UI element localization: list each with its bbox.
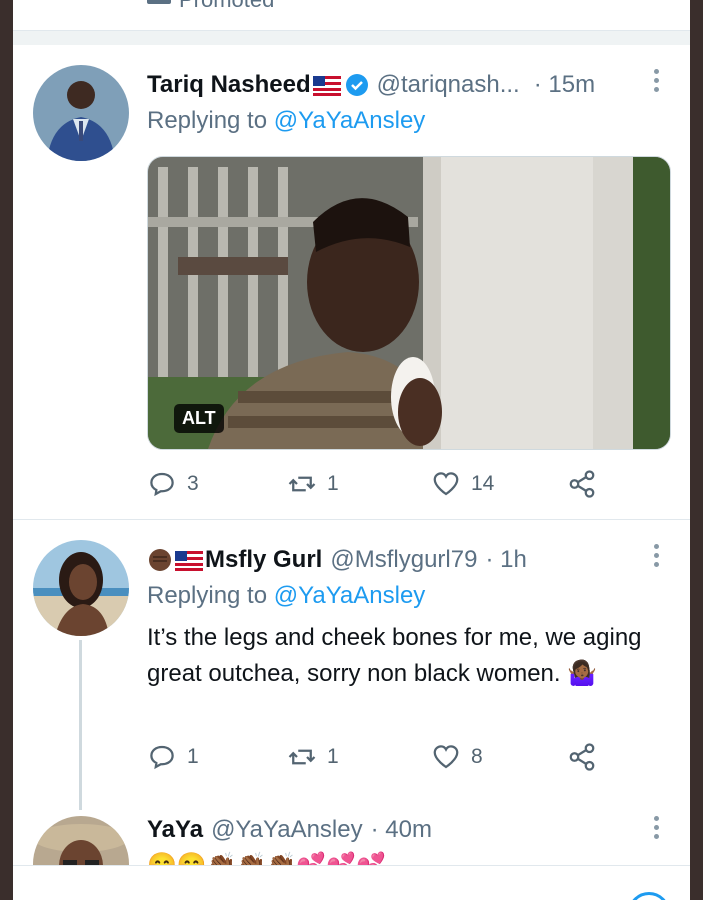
promoted-icon	[147, 0, 171, 4]
promoted-strip: Promoted	[13, 0, 690, 30]
share-icon	[569, 470, 595, 498]
share-button[interactable]	[567, 742, 607, 772]
compose-icon[interactable]	[628, 892, 670, 900]
reply-button[interactable]: 1	[147, 742, 199, 772]
verified-badge-icon	[345, 73, 369, 97]
tweet-header: Tariq Nasheed @tariqnash... · 15m	[147, 71, 595, 99]
more-icon[interactable]	[652, 69, 660, 95]
replying-to: Replying to @YaYaAnsley	[147, 107, 425, 135]
reply-button[interactable]: 3	[147, 469, 199, 499]
section-gap	[13, 30, 690, 46]
more-icon[interactable]	[652, 544, 660, 570]
tweet-actions: 3 1 14	[147, 469, 607, 501]
reply-count: 3	[187, 472, 199, 495]
replying-to: Replying to @YaYaAnsley	[147, 582, 425, 610]
avatar[interactable]	[33, 540, 129, 636]
display-name[interactable]: Tariq Nasheed	[147, 71, 311, 99]
alt-badge[interactable]: ALT	[174, 404, 224, 433]
handle[interactable]: @tariqnash...	[377, 71, 520, 99]
retweet-count: 1	[327, 472, 339, 495]
retweet-button[interactable]: 1	[287, 469, 339, 499]
us-flag-icon	[312, 75, 341, 96]
retweet-button[interactable]: 1	[287, 742, 339, 772]
retweet-icon	[288, 749, 316, 765]
timestamp[interactable]: · 15m	[534, 71, 595, 99]
handle[interactable]: @Msflygurl79	[330, 546, 477, 574]
timestamp[interactable]: · 1h	[485, 546, 526, 574]
like-icon	[433, 745, 459, 769]
tweet-yaya[interactable]: YaYa @YaYaAnsley · 40m 😊😊👏🏾👏🏾👏🏾💕💕💕	[13, 810, 690, 865]
handle[interactable]: @YaYaAnsley	[211, 816, 363, 844]
tweet-text-partial: 😊😊👏🏾👏🏾👏🏾💕💕💕	[147, 848, 647, 865]
like-count: 8	[471, 745, 483, 768]
tweet-actions: 1 1 8	[147, 742, 607, 774]
avatar[interactable]	[33, 816, 129, 865]
tweet-header: YaYa @YaYaAnsley · 40m	[147, 816, 432, 844]
tweet-text: It’s the legs and cheek bones for me, we…	[147, 624, 642, 687]
reply-icon	[150, 745, 174, 770]
replying-to-link[interactable]: @YaYaAnsley	[274, 582, 426, 609]
reply-count: 1	[187, 745, 199, 768]
tweet-header: Msfly Gurl @Msflygurl79 · 1h	[147, 546, 527, 574]
promoted-label: Promoted	[179, 0, 274, 13]
like-count: 14	[471, 472, 495, 495]
retweet-icon	[288, 476, 316, 492]
thread-line	[79, 640, 82, 810]
avatar[interactable]	[33, 65, 129, 161]
share-button[interactable]	[567, 469, 607, 499]
timestamp[interactable]: · 40m	[371, 816, 432, 844]
reply-icon	[150, 472, 174, 497]
display-name[interactable]: Msfly Gurl	[205, 546, 322, 574]
replying-prefix: Replying to	[147, 107, 268, 134]
like-icon	[433, 472, 459, 496]
more-icon[interactable]	[652, 816, 660, 842]
share-icon	[569, 743, 595, 771]
tweet-msflygurl[interactable]: Msfly Gurl @Msflygurl79 · 1h Replying to…	[13, 520, 690, 810]
tweet-media-gif[interactable]: ALT	[147, 156, 671, 450]
us-flag-icon	[175, 550, 203, 571]
display-name[interactable]: YaYa	[147, 816, 203, 844]
tweet-tariq[interactable]: Tariq Nasheed @tariqnash... · 15m Replyi…	[13, 45, 690, 519]
fist-emoji-icon	[147, 547, 173, 573]
bottom-bar	[13, 865, 690, 900]
like-button[interactable]: 8	[431, 742, 483, 772]
like-button[interactable]: 14	[431, 469, 494, 499]
phone-screen: Promoted Tariq Nasheed	[13, 0, 690, 900]
replying-to-link[interactable]: @YaYaAnsley	[274, 107, 426, 134]
replying-prefix: Replying to	[147, 582, 268, 609]
retweet-count: 1	[327, 745, 339, 768]
